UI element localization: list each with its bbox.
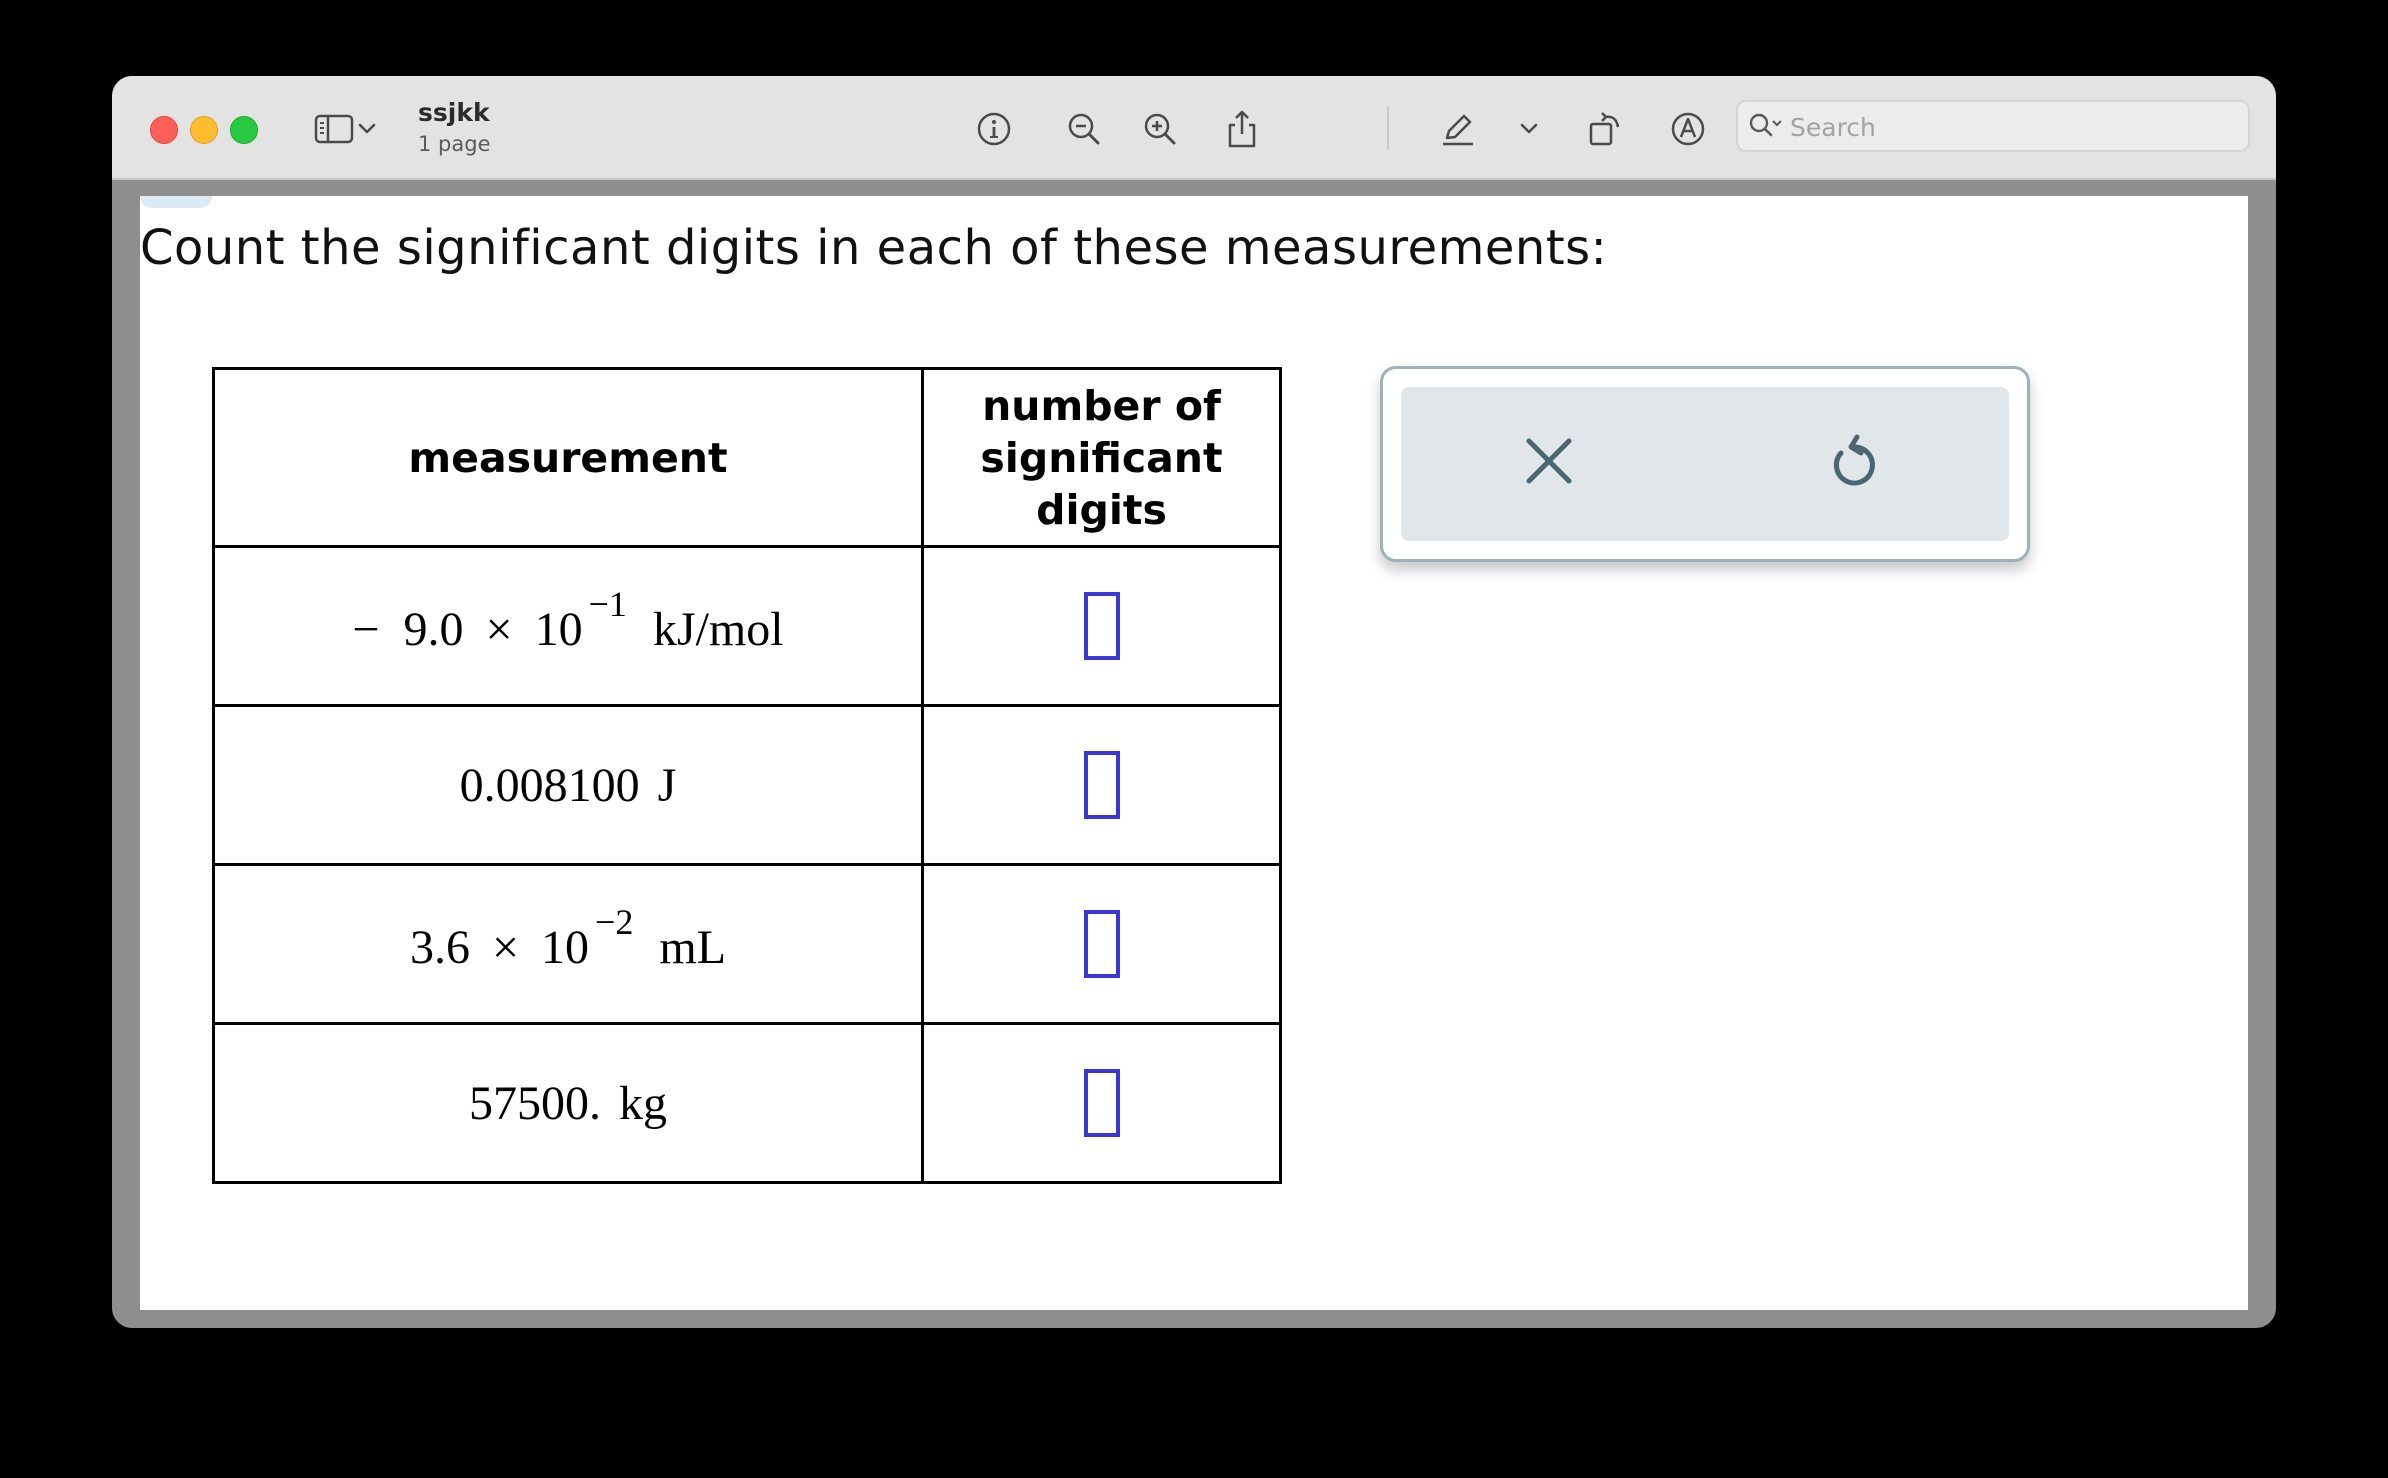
undo-button[interactable] (1823, 431, 1887, 495)
measurement-cell: 3.6 × 10 −2 mL (212, 863, 924, 1025)
table-header-row: measurement number of significant digits (212, 367, 1282, 548)
page-corner-tab (140, 196, 212, 208)
measurement-mantissa: 9.0 (403, 603, 464, 656)
measurement-unit: mL (659, 921, 727, 974)
sidebar-icon (314, 113, 354, 145)
undo-icon (1827, 431, 1883, 495)
answer-input-box[interactable] (1083, 592, 1120, 660)
zoom-in-button[interactable] (1134, 104, 1186, 154)
title-bar: ssjkk 1 page (112, 76, 2276, 180)
toolbar-divider (1387, 106, 1389, 150)
search-field[interactable] (1736, 100, 2250, 152)
measurement-value: − 9.0 × 10 −1 kJ/mol (352, 584, 784, 656)
clear-button[interactable] (1517, 431, 1581, 495)
times-symbol: × (491, 921, 520, 974)
measurement-value: 57500. kg (469, 1077, 667, 1130)
measurement-plain: 57500. (469, 1076, 601, 1130)
answer-cell (921, 1022, 1282, 1184)
measurement-unit: kg (619, 1076, 667, 1130)
info-icon (976, 111, 1012, 147)
table-row: 57500. kg (212, 1022, 1282, 1184)
sidebar-menu-chevron[interactable] (352, 104, 382, 154)
search-input[interactable] (1788, 110, 2232, 144)
chevron-down-icon (1520, 123, 1538, 135)
measurement-unit: kJ/mol (652, 603, 784, 656)
measurement-sign: − (352, 603, 380, 656)
measurement-base: 10 (541, 921, 590, 974)
share-button[interactable] (1216, 104, 1268, 154)
header-significant-digits-label: number of significant digits (980, 381, 1223, 534)
annotate-icon (1669, 110, 1707, 148)
measurement-cell: − 9.0 × 10 −1 kJ/mol (212, 545, 924, 707)
info-button[interactable] (968, 104, 1020, 154)
close-window-button[interactable] (150, 116, 178, 144)
x-icon (1523, 435, 1575, 491)
measurement-value: 3.6 × 10 −2 mL (409, 902, 727, 974)
rotate-button[interactable] (1580, 104, 1632, 154)
answer-tool-panel (1380, 366, 2030, 562)
zoom-window-button[interactable] (230, 116, 258, 144)
document-page: Count the significant digits in each of … (140, 196, 2248, 1310)
measurement-value: 0.008100 J (460, 759, 677, 812)
header-measurement: measurement (212, 367, 924, 548)
annotate-button[interactable] (1662, 104, 1714, 154)
measurement-exponent: −1 (588, 584, 627, 624)
zoom-out-icon (1066, 111, 1102, 147)
measurement-unit: J (657, 758, 677, 812)
share-icon (1226, 109, 1258, 149)
table-row: 3.6 × 10 −2 mL (212, 863, 1282, 1025)
zoom-out-button[interactable] (1058, 104, 1110, 154)
answer-input-box[interactable] (1083, 751, 1120, 819)
answer-cell (921, 863, 1282, 1025)
chevron-down-icon (358, 123, 376, 135)
measurement-cell: 57500. kg (212, 1022, 924, 1184)
table-row: 0.008100 J (212, 704, 1282, 866)
table-row: − 9.0 × 10 −1 kJ/mol (212, 545, 1282, 707)
tool-panel-inner (1401, 387, 2009, 541)
header-significant-digits: number of significant digits (921, 367, 1282, 548)
markup-menu-chevron[interactable] (1514, 104, 1544, 154)
markup-pen-icon (1439, 110, 1477, 148)
measurement-exponent: −2 (595, 902, 634, 942)
markup-pen-button[interactable] (1432, 104, 1484, 154)
measurement-cell: 0.008100 J (212, 704, 924, 866)
answer-cell (921, 545, 1282, 707)
document-title: ssjkk (418, 98, 490, 127)
measurement-mantissa: 3.6 (409, 921, 470, 974)
minimize-window-button[interactable] (190, 116, 218, 144)
preview-window: ssjkk 1 page Search Count the significan… (112, 76, 2276, 1328)
document-page-count: 1 page (418, 132, 491, 156)
answer-cell (921, 704, 1282, 866)
answer-input-box[interactable] (1083, 910, 1120, 978)
answer-input-box[interactable] (1083, 1069, 1120, 1137)
measurement-base: 10 (534, 603, 583, 656)
measurement-table: measurement number of significant digits… (212, 367, 1282, 1184)
rotate-icon (1586, 109, 1626, 149)
times-symbol: × (485, 603, 513, 656)
measurement-plain: 0.008100 (459, 758, 640, 812)
question-text: Count the significant digits in each of … (140, 220, 1608, 276)
zoom-in-icon (1142, 111, 1178, 147)
search-icon (1748, 112, 1784, 144)
